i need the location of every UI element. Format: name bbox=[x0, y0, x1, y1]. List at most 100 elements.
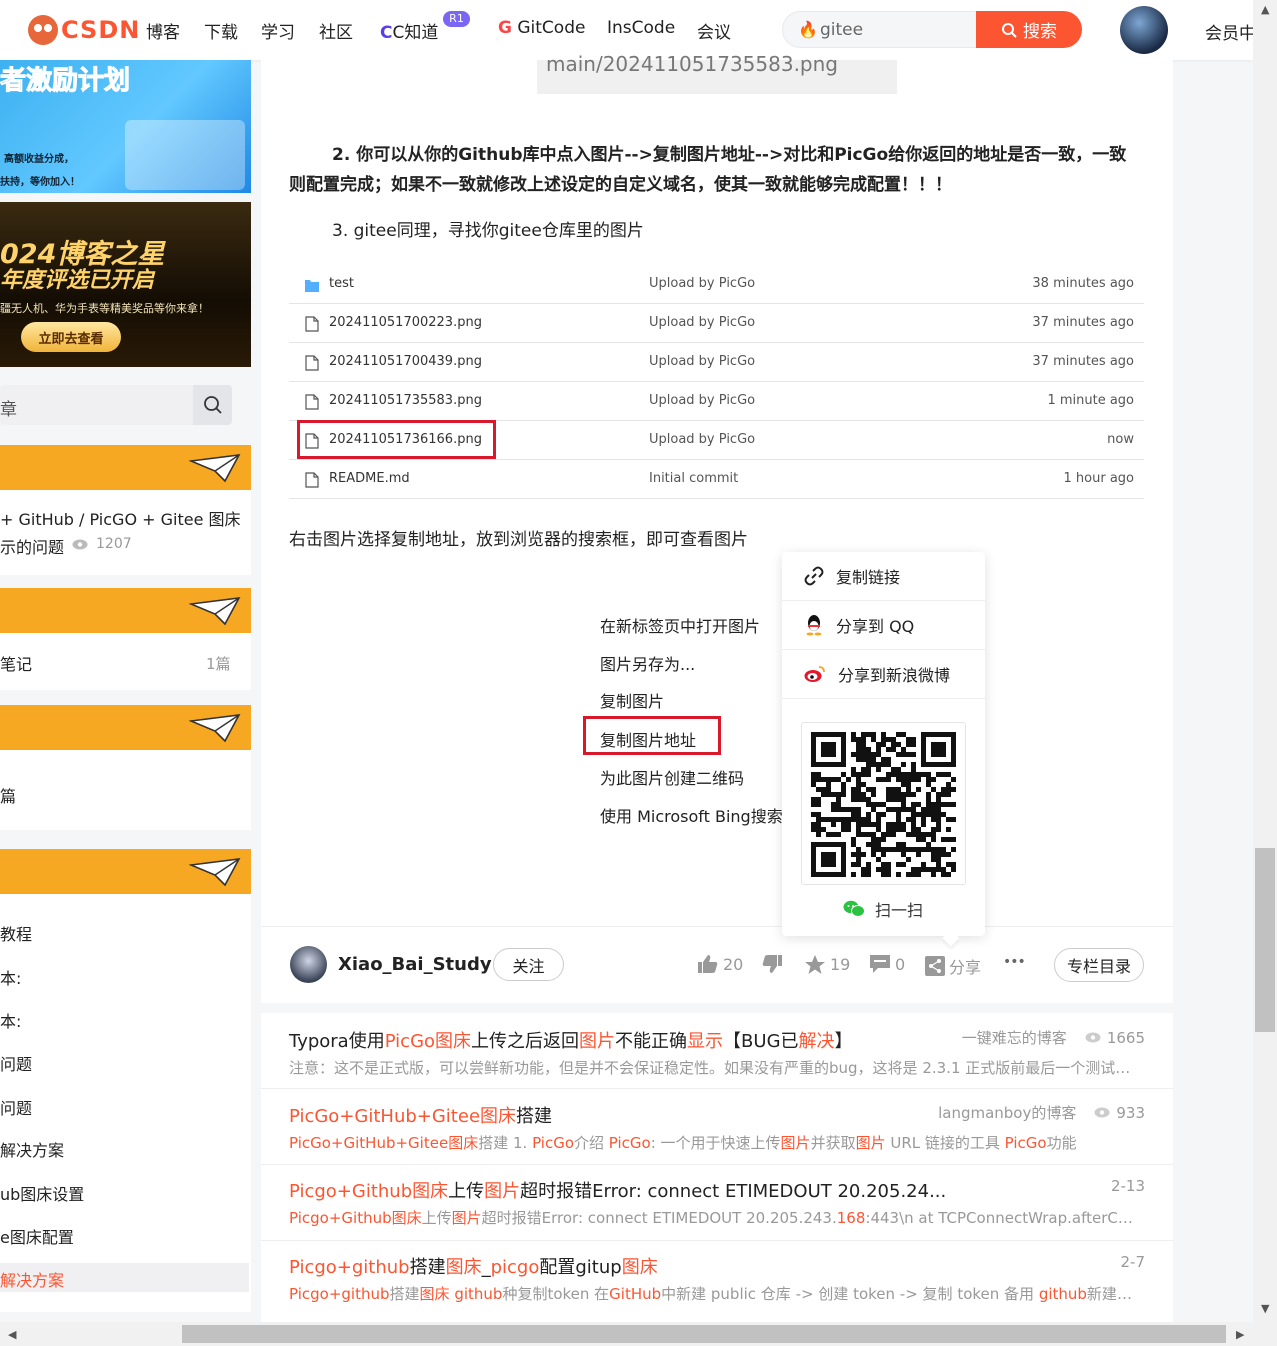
copy-link-item[interactable]: 复制链接 bbox=[782, 552, 985, 601]
share-button[interactable]: 分享 bbox=[925, 954, 981, 978]
ad1-illustration bbox=[125, 120, 245, 190]
catalog-item[interactable]: ub图床设置 bbox=[0, 1181, 84, 1205]
author-name[interactable]: Xiao_Bai_Study bbox=[338, 954, 492, 975]
catalog-item[interactable]: 本: bbox=[0, 1008, 21, 1032]
related-article-desc: Picgo+github搭建图床 github种复制token 在GitHub中… bbox=[289, 1285, 1141, 1303]
nav-czhidao[interactable]: CC知道 bbox=[380, 18, 438, 43]
related-article-title[interactable]: Picgo+github搭建图床_picgo配置gitup图床 bbox=[289, 1253, 1145, 1279]
commit-message: Upload by PicGo bbox=[649, 432, 756, 447]
sidebar-column-notes[interactable]: 笔记 bbox=[0, 651, 32, 675]
file-name[interactable]: README.md bbox=[329, 471, 410, 486]
catalog-item[interactable]: 教程 bbox=[0, 921, 32, 945]
commit-time: now bbox=[1107, 432, 1134, 447]
related-article-author[interactable]: 一键难忘的博客 bbox=[962, 1027, 1067, 1048]
column-catalog-button[interactable]: 专栏目录 bbox=[1054, 948, 1144, 982]
related-article[interactable]: Picgo+Github图床上传图片超时报错Error: connect ETI… bbox=[289, 1177, 1145, 1228]
file-row[interactable]: test Upload by PicGo 38 minutes ago bbox=[289, 265, 1144, 304]
related-article-author[interactable]: langmanboy的博客 bbox=[938, 1102, 1076, 1123]
related-article-views: 933 bbox=[1116, 1103, 1145, 1122]
csdn-logo[interactable]: CSDN bbox=[28, 14, 140, 46]
search-input[interactable]: gitee bbox=[820, 20, 863, 40]
related-article-title[interactable]: Picgo+Github图床上传图片超时报错Error: connect ETI… bbox=[289, 1177, 1145, 1203]
dislike-button[interactable] bbox=[761, 954, 783, 974]
article-paragraph-3: 3. gitee同理，寻找你gitee仓库里的图片 bbox=[332, 221, 644, 241]
share-weibo-label: 分享到新浪微博 bbox=[838, 666, 951, 685]
favorite-count: 19 bbox=[830, 955, 851, 974]
nav-vip[interactable]: 会员中 bbox=[1205, 19, 1256, 44]
context-menu-item: 为此图片创建二维码 bbox=[600, 769, 745, 788]
sidebar-hot-article-title[interactable]: + GitHub / PicGO + Gitee 图床 bbox=[0, 506, 241, 530]
scroll-up-arrow-icon[interactable]: ▲ bbox=[1261, 3, 1269, 16]
article-paragraph-2: 2. 你可以从你的Github库中点入图片-->复制图片地址-->对比和PicG… bbox=[289, 145, 1127, 195]
vertical-scroll-thumb[interactable] bbox=[1255, 848, 1275, 1032]
nav-inscode[interactable]: InsCode bbox=[607, 18, 675, 38]
file-row[interactable]: 202411051735583.png Upload by PicGo 1 minu… bbox=[289, 382, 1144, 421]
nav-learn[interactable]: 学习 bbox=[261, 18, 295, 43]
share-qq-label: 分享到 QQ bbox=[836, 617, 915, 636]
scroll-right-arrow-icon[interactable]: ▶ bbox=[1236, 1328, 1244, 1341]
vertical-scrollbar[interactable] bbox=[1253, 0, 1277, 1346]
nav-gitcode[interactable]: G GitCode bbox=[498, 18, 585, 38]
catalog-item[interactable]: 解决方案 bbox=[0, 1137, 64, 1161]
file-row[interactable]: README.md Initial commit 1 hour ago bbox=[289, 460, 1144, 499]
file-icon bbox=[305, 472, 319, 488]
favorite-button[interactable]: 19 bbox=[804, 954, 850, 975]
share-weibo-item[interactable]: 分享到新浪微博 bbox=[782, 650, 985, 699]
horizontal-scroll-thumb[interactable] bbox=[182, 1325, 1226, 1343]
sidebar-hot-article-title-2[interactable]: 示的问题 bbox=[0, 534, 64, 558]
catalog-item-active[interactable]: 解决方案 bbox=[0, 1267, 64, 1291]
nav-meeting[interactable]: 会议 bbox=[697, 18, 731, 43]
r1-badge: R1 bbox=[443, 11, 470, 27]
user-avatar[interactable] bbox=[1120, 6, 1168, 54]
context-menu-item: 在新标签页中打开图片 bbox=[600, 617, 761, 636]
file-row[interactable]: 202411051700439.png Upload by PicGo 37 min… bbox=[289, 343, 1144, 382]
commit-time: 38 minutes ago bbox=[1032, 276, 1134, 291]
eye-icon bbox=[1085, 1032, 1101, 1043]
sidebar-search-button[interactable] bbox=[193, 385, 232, 425]
like-count: 20 bbox=[723, 954, 744, 974]
catalog-item[interactable]: 问题 bbox=[0, 1051, 32, 1075]
file-name[interactable]: 202411051735583.png bbox=[329, 393, 482, 408]
nav-community[interactable]: 社区 bbox=[319, 18, 353, 43]
file-name[interactable]: test bbox=[329, 276, 354, 291]
paper-plane-icon bbox=[189, 597, 241, 626]
sidebar-search-placeholder: 章 bbox=[0, 400, 17, 420]
author-avatar[interactable] bbox=[290, 946, 327, 983]
nav-blog[interactable]: 博客 bbox=[146, 18, 180, 43]
commit-message: Upload by PicGo bbox=[649, 315, 756, 330]
ad2-view-button[interactable]: 立即去查看 bbox=[21, 322, 121, 352]
share-icon bbox=[925, 956, 945, 976]
gitcode-icon: G bbox=[498, 18, 512, 38]
search-button[interactable]: 搜索 bbox=[976, 11, 1082, 48]
file-name[interactable]: 202411051700223.png bbox=[329, 315, 482, 330]
more-button[interactable]: ••• bbox=[1003, 954, 1026, 970]
related-article[interactable]: Picgo+github搭建图床_picgo配置gitup图床 Picgo+git… bbox=[289, 1253, 1145, 1304]
gitee-file-list: test Upload by PicGo 38 minutes ago 2024110… bbox=[289, 265, 1144, 499]
sidebar-archive-item[interactable]: 篇 bbox=[0, 783, 16, 807]
like-button[interactable]: 20 bbox=[697, 954, 743, 974]
catalog-item[interactable]: 问题 bbox=[0, 1095, 32, 1119]
commit-time: 37 minutes ago bbox=[1032, 354, 1134, 369]
star-icon bbox=[805, 955, 825, 974]
related-article[interactable]: PicGo+GitHub+Gitee图床搭建 PicGo+GitHub+Gitee… bbox=[289, 1102, 1145, 1153]
highlight-box bbox=[297, 420, 496, 459]
catalog-item[interactable]: e图床配置 bbox=[0, 1224, 74, 1248]
scroll-down-arrow-icon[interactable]: ▼ bbox=[1261, 1302, 1269, 1315]
related-article-date: 2-13 bbox=[1110, 1177, 1145, 1195]
share-label: 分享 bbox=[949, 958, 982, 977]
file-name[interactable]: 202411051700439.png bbox=[329, 354, 482, 369]
paper-plane-icon bbox=[189, 858, 241, 887]
commit-message: Upload by PicGo bbox=[649, 393, 756, 408]
follow-button[interactable]: 关注 bbox=[493, 948, 564, 981]
search-icon bbox=[203, 396, 222, 414]
nav-download[interactable]: 下载 bbox=[204, 18, 238, 43]
share-qq-item[interactable]: 分享到 QQ bbox=[782, 601, 985, 650]
scroll-left-arrow-icon[interactable]: ◀ bbox=[8, 1328, 16, 1341]
sidebar-card-header bbox=[0, 849, 251, 894]
related-article-desc: Picgo+Github图床上传图片超时报错Error: connect ETI… bbox=[289, 1209, 1141, 1227]
file-row[interactable]: 202411051700223.png Upload by PicGo 37 min… bbox=[289, 304, 1144, 343]
catalog-item[interactable]: 本: bbox=[0, 965, 21, 989]
incentive-ad-banner[interactable]: 者激励计划 高额收益分成， 扶持，等你加入！ bbox=[0, 60, 251, 193]
related-article[interactable]: Typora使用PicGo图床上传之后返回图片不能正确显示【BUG已解决】 注意：… bbox=[289, 1027, 1145, 1078]
comment-button[interactable]: 0 bbox=[869, 954, 905, 974]
